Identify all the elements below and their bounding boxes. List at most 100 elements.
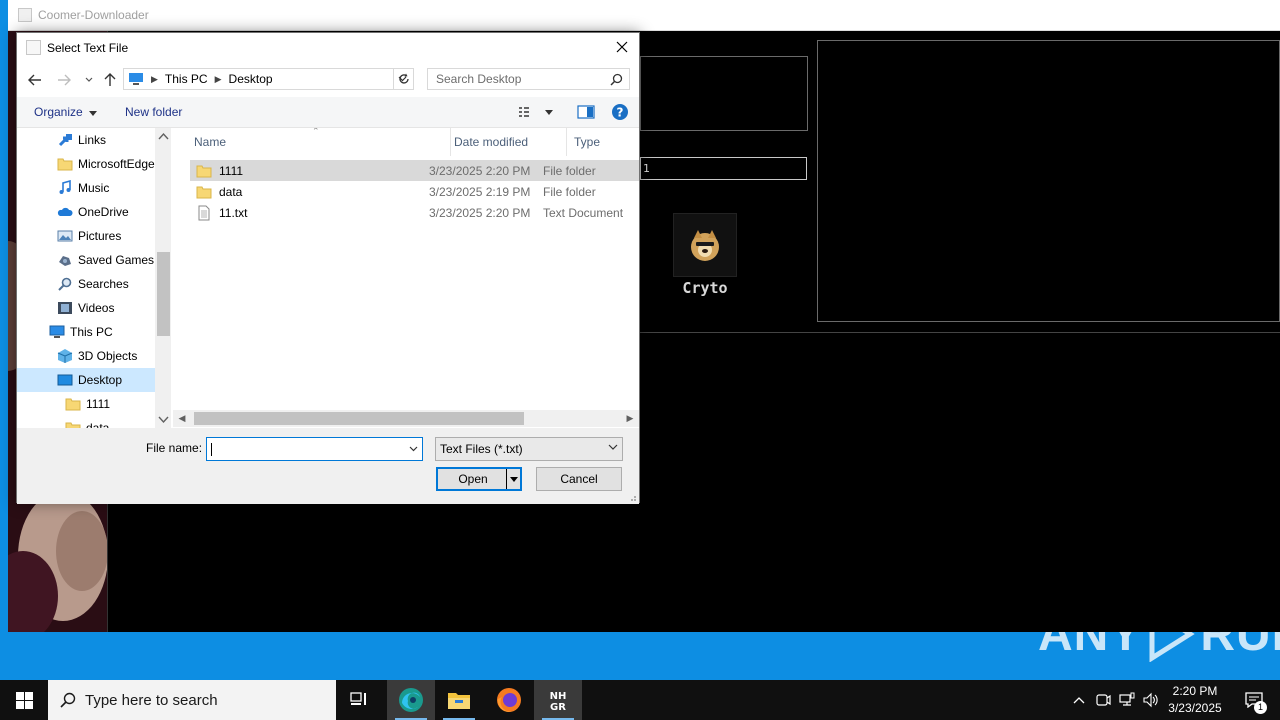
file-row[interactable]: 1111 3/23/2025 2:20 PM File folder	[190, 160, 639, 181]
nav-item-pictures[interactable]: Pictures	[17, 224, 155, 248]
nav-item-label: 3D Objects	[78, 349, 138, 363]
dialog-titlebar: Select Text File	[17, 33, 639, 62]
start-button[interactable]	[0, 680, 48, 720]
refresh-button[interactable]	[393, 68, 414, 90]
nav-item-data[interactable]: data	[17, 416, 155, 428]
file-list-hscrollbar[interactable]: ◀ ▶	[173, 410, 639, 427]
taskbar-firefox[interactable]	[485, 680, 533, 720]
file-type: File folder	[543, 184, 596, 199]
taskbar: Type here to search NH GR 2:20 PM 3/23/20…	[0, 680, 1280, 720]
search-icon	[60, 692, 76, 708]
nav-item-desktop[interactable]: Desktop	[17, 368, 155, 392]
desktop-icon	[57, 374, 73, 386]
nav-item-1111[interactable]: 1111	[17, 392, 155, 416]
scroll-right-icon[interactable]: ▶	[623, 412, 637, 425]
folder-icon	[65, 422, 81, 428]
taskbar-search-box[interactable]: Type here to search	[48, 680, 336, 720]
nav-item-3d-objects[interactable]: 3D Objects	[17, 344, 155, 368]
nav-item-this-pc[interactable]: This PC	[17, 320, 155, 344]
app-window-icon	[18, 8, 32, 22]
scroll-down-icon[interactable]	[155, 412, 171, 426]
breadcrumb-this-pc[interactable]: This PC	[165, 72, 208, 86]
app-right-panel	[817, 40, 1280, 322]
file-name-input[interactable]	[206, 437, 423, 461]
back-button[interactable]	[25, 70, 45, 90]
videos-icon	[58, 302, 72, 314]
nav-item-music[interactable]: Music	[17, 176, 155, 200]
file-row[interactable]: data 3/23/2025 2:19 PM File folder	[190, 181, 639, 202]
organize-button[interactable]: Organize	[34, 105, 98, 119]
navigation-bar: ▶ This PC ▶ Desktop Search Desktop	[17, 67, 639, 93]
folder-icon	[196, 186, 212, 198]
search-input[interactable]: Search Desktop	[427, 68, 630, 90]
crypto-button[interactable]	[673, 213, 737, 277]
app-path-input[interactable]: 1	[640, 157, 807, 180]
file-name: data	[219, 184, 243, 199]
nav-item-microsoftedge[interactable]: MicrosoftEdge	[17, 152, 155, 176]
scroll-up-icon[interactable]	[155, 130, 171, 144]
dialog-title: Select Text File	[47, 40, 129, 55]
taskbar-edge[interactable]	[387, 680, 435, 720]
file-row[interactable]: 11.txt 3/23/2025 2:20 PM Text Document	[190, 202, 639, 223]
arrow-up-icon	[104, 73, 116, 86]
tray-network[interactable]	[1116, 680, 1138, 720]
app-output-box	[640, 56, 808, 131]
edge-icon	[399, 688, 423, 712]
chevron-down-icon	[85, 77, 93, 82]
chevron-down-icon	[608, 444, 618, 450]
show-hidden-icons-button[interactable]	[1068, 680, 1090, 720]
arrow-left-icon	[28, 74, 41, 86]
nav-scrollbar[interactable]	[155, 128, 171, 428]
nav-item-label: This PC	[70, 325, 113, 339]
tray-volume[interactable]	[1140, 680, 1162, 720]
recent-locations-button[interactable]	[79, 70, 99, 90]
nav-scroll-thumb[interactable]	[157, 252, 170, 336]
close-button[interactable]	[611, 36, 633, 58]
preview-pane-icon[interactable]	[577, 105, 595, 119]
open-split-dropdown[interactable]	[506, 469, 520, 489]
nav-item-label: data	[86, 421, 110, 428]
action-center-button[interactable]: 1	[1236, 680, 1272, 720]
nav-item-label: Links	[78, 133, 107, 147]
music-icon	[59, 180, 71, 194]
new-folder-button[interactable]: New folder	[125, 105, 182, 119]
file-list: ⌃ Name Date modified Type 1111 3/23/2025…	[173, 128, 639, 426]
resize-grip-icon[interactable]	[627, 492, 637, 502]
breadcrumb-desktop[interactable]: Desktop	[229, 72, 273, 86]
cancel-button[interactable]: Cancel	[536, 467, 622, 491]
taskbar-coomer-downloader[interactable]: NH GR	[534, 680, 582, 720]
folder-icon	[196, 165, 212, 177]
links-icon	[58, 134, 72, 147]
up-button[interactable]	[100, 70, 120, 90]
column-header-name[interactable]: Name	[187, 128, 451, 156]
taskbar-file-explorer[interactable]	[435, 680, 483, 720]
search-icon	[610, 73, 623, 86]
taskbar-clock[interactable]: 2:20 PM 3/23/2025	[1160, 683, 1230, 717]
dialog-footer: File name: Text Files (*.txt) Open Cance…	[17, 428, 639, 504]
help-icon[interactable]: ?	[611, 103, 629, 121]
nav-item-label: OneDrive	[78, 205, 129, 219]
forward-button[interactable]	[54, 70, 74, 90]
file-name-dropdown-button[interactable]	[404, 438, 422, 460]
file-type-select[interactable]: Text Files (*.txt)	[435, 437, 623, 461]
nav-item-label: MicrosoftEdge	[78, 157, 155, 171]
tray-meet-now[interactable]	[1092, 680, 1114, 720]
hscroll-thumb[interactable]	[194, 412, 524, 425]
folder-icon	[57, 158, 73, 171]
view-controls: ?	[519, 103, 629, 121]
file-date: 3/23/2025 2:20 PM	[429, 205, 531, 220]
caret-down-icon[interactable]	[545, 109, 553, 115]
nav-item-onedrive[interactable]: OneDrive	[17, 200, 155, 224]
nav-item-saved-games[interactable]: Saved Games	[17, 248, 155, 272]
open-button[interactable]: Open	[436, 467, 522, 491]
nav-item-searches[interactable]: Searches	[17, 272, 155, 296]
scroll-left-icon[interactable]: ◀	[175, 412, 189, 425]
view-details-icon[interactable]	[519, 106, 537, 118]
column-header-type[interactable]: Type	[567, 128, 639, 156]
refresh-icon	[398, 73, 409, 84]
column-header-date[interactable]: Date modified	[447, 128, 567, 156]
nav-item-videos[interactable]: Videos	[17, 296, 155, 320]
nav-item-links[interactable]: Links	[17, 128, 155, 152]
address-bar[interactable]: ▶ This PC ▶ Desktop	[123, 68, 414, 90]
task-view-button[interactable]	[336, 680, 384, 720]
